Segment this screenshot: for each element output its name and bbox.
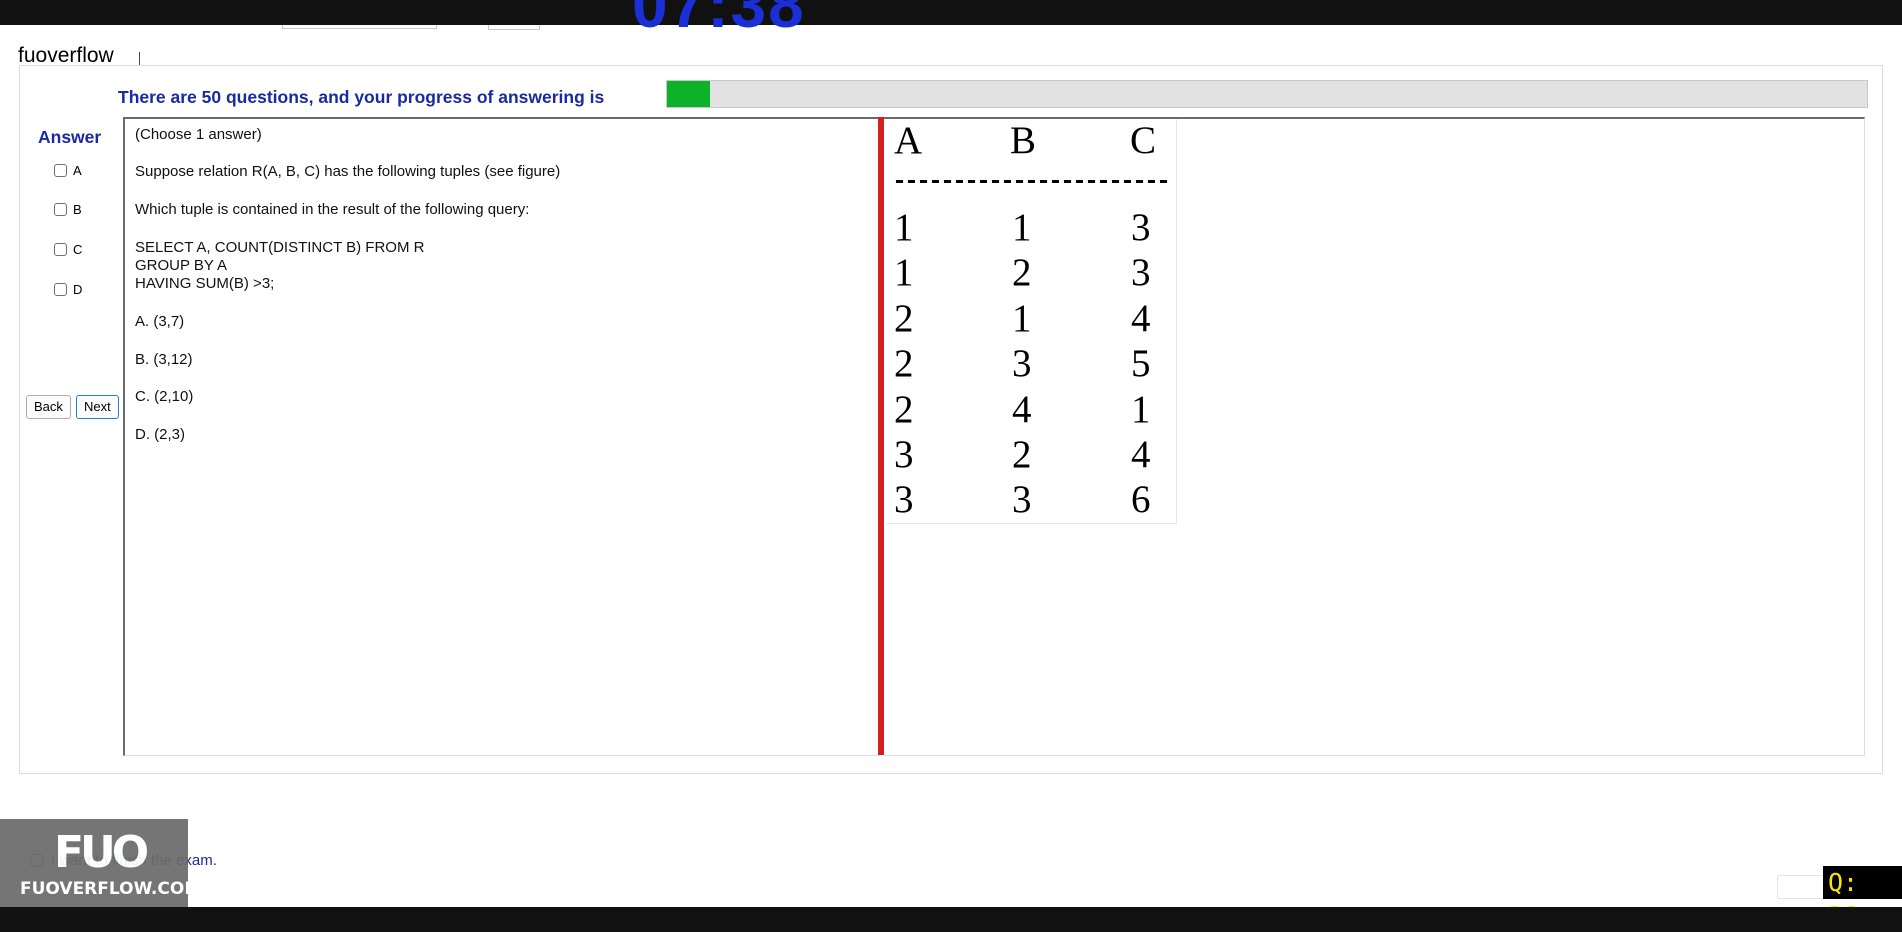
figure-cell: 1 [1012, 297, 1032, 340]
small-box-remnant[interactable] [488, 25, 540, 30]
answer-heading: Answer [38, 127, 102, 147]
answer-option-label: A [73, 163, 82, 178]
figure-cell: 4 [1131, 297, 1151, 340]
question-counter: Q: 36 [1823, 866, 1902, 930]
choice-text: A. (3,7) [135, 313, 185, 330]
figure-cell: 2 [894, 342, 914, 385]
countdown-timer: 07:38 [632, 0, 812, 40]
answer-option-d[interactable]: D [54, 282, 82, 297]
timer-text: 07:38 [632, 0, 806, 40]
figure-cell: 3 [1012, 342, 1032, 385]
checkbox-c[interactable] [54, 243, 67, 256]
top-black-bar [0, 0, 1902, 25]
progress-bar [666, 80, 1868, 108]
logo-text: FUOVERFLOW.COM [20, 879, 202, 899]
question-intro: Suppose relation R(A, B, C) has the foll… [135, 163, 561, 180]
figure-cell: 2 [1012, 251, 1032, 294]
answer-option-label: B [73, 202, 82, 217]
question-text-box: (Choose 1 answer) Suppose relation R(A, … [123, 117, 880, 756]
relation-figure: A B C ----------------------- 1 1 3 1 2 … [886, 119, 1177, 524]
figure-cell: 3 [894, 433, 914, 476]
watermark-logo: FUO FUOVERFLOW.COM [0, 819, 201, 909]
figure-cell: 1 [1131, 388, 1151, 431]
figure-header: A [894, 119, 923, 162]
figure-cell: 1 [894, 206, 914, 249]
sql-line: SELECT A, COUNT(DISTINCT B) FROM R [135, 239, 425, 256]
figure-cell: 6 [1131, 478, 1151, 521]
answer-option-b[interactable]: B [54, 202, 82, 217]
figure-cell: 2 [894, 297, 914, 340]
choice-text: D. (2,3) [135, 426, 186, 443]
figure-cell: 4 [1012, 388, 1032, 431]
checkbox-b[interactable] [54, 203, 67, 216]
choice-text: C. (2,10) [135, 388, 194, 405]
figure-cell: 2 [894, 388, 914, 431]
choice-text: B. (3,12) [135, 351, 193, 368]
answer-option-label: C [73, 242, 83, 257]
figure-cell: 3 [1131, 251, 1151, 294]
figure-separator: ----------------------- [892, 167, 1171, 196]
checkbox-a[interactable] [54, 164, 67, 177]
figure-cell: 3 [1131, 206, 1151, 249]
figure-cell: 1 [894, 251, 914, 294]
figure-cell: 1 [1012, 206, 1032, 249]
logo-mark: FUO [54, 827, 149, 878]
checkbox-d[interactable] [54, 283, 67, 296]
progress-bar-fill [667, 81, 711, 107]
figure-header: B [1010, 119, 1037, 162]
figure-header: C [1130, 119, 1157, 162]
question-prompt: Which tuple is contained in the result o… [135, 201, 530, 218]
sql-line: HAVING SUM(B) >3; [135, 275, 275, 292]
back-button[interactable]: Back [26, 395, 71, 419]
figure-cell: 3 [1012, 478, 1032, 521]
figure-cell: 5 [1131, 342, 1151, 385]
answer-option-c[interactable]: C [54, 242, 82, 257]
figure-cell: 3 [894, 478, 914, 521]
sql-line: GROUP BY A [135, 257, 227, 274]
bottom-black-bar [0, 907, 1902, 932]
small-input-box[interactable] [1777, 875, 1827, 899]
progress-label: There are 50 questions, and your progres… [118, 87, 605, 107]
choose-instruction: (Choose 1 answer) [135, 126, 262, 143]
answer-option-a[interactable]: A [54, 163, 82, 178]
figure-cell: 2 [1012, 433, 1032, 476]
answer-option-label: D [73, 282, 83, 297]
next-button[interactable]: Next [76, 395, 119, 419]
combo-box-remnant[interactable] [282, 25, 437, 29]
figure-cell: 4 [1131, 433, 1151, 476]
